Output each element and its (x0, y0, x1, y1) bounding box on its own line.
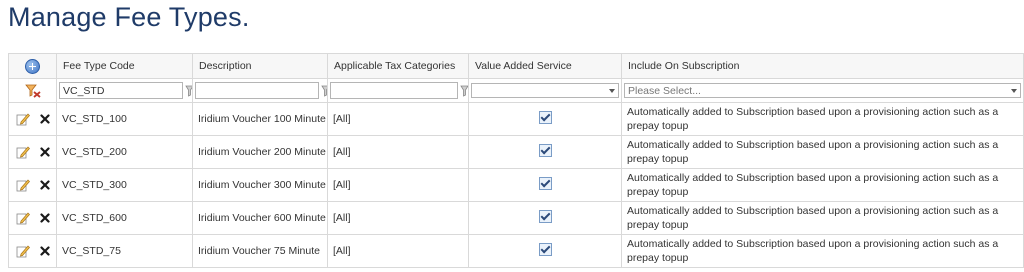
row-actions-cell (8, 102, 57, 136)
clear-filter-icon[interactable] (24, 84, 41, 98)
filter-select-value-added-service[interactable] (471, 83, 619, 98)
filter-icon[interactable] (460, 85, 468, 97)
cell-description: Iridium Voucher 100 Minute (192, 102, 328, 136)
filter-select-placeholder: Please Select... (628, 84, 701, 97)
header-add-cell (8, 53, 57, 79)
edit-pencil-icon[interactable] (16, 244, 30, 258)
cell-fee-type-code: VC_STD_75 (56, 234, 193, 268)
cell-fee-type-code: VC_STD_200 (56, 135, 193, 169)
delete-x-icon[interactable] (39, 147, 50, 157)
cell-tax-categories: [All] (327, 201, 469, 235)
checkbox-checked-icon[interactable] (538, 242, 552, 256)
row-actions-cell (8, 234, 57, 268)
cell-value-added-service (468, 201, 622, 235)
table-row: VC_STD_600 Iridium Voucher 600 Minute [A… (8, 201, 1024, 235)
column-header-description[interactable]: Description (192, 53, 328, 79)
filter-row: Please Select... (8, 78, 1024, 103)
delete-x-icon[interactable] (39, 114, 50, 124)
filter-cell-vas (468, 78, 622, 103)
cell-description: Iridium Voucher 300 Minute (192, 168, 328, 202)
table-row: VC_STD_75 Iridium Voucher 75 Minute [All… (8, 234, 1024, 268)
cell-value-added-service (468, 168, 622, 202)
chevron-down-icon (1011, 89, 1017, 93)
cell-include-on-subscription: Automatically added to Subscription base… (621, 201, 1024, 235)
filter-input-tax-categories[interactable] (330, 82, 458, 99)
filter-input-fee-type-code[interactable] (59, 82, 183, 99)
column-header-tax-categories[interactable]: Applicable Tax Categories (327, 53, 469, 79)
edit-pencil-icon[interactable] (16, 178, 30, 192)
column-header-include-on-subscription[interactable]: Include On Subscription (621, 53, 1024, 79)
delete-x-icon[interactable] (39, 246, 50, 256)
checkbox-checked-icon[interactable] (538, 176, 552, 190)
chevron-down-icon (609, 89, 615, 93)
add-circle-icon[interactable] (25, 58, 40, 74)
filter-icon[interactable] (185, 85, 192, 97)
cell-description: Iridium Voucher 200 Minute (192, 135, 328, 169)
edit-pencil-icon[interactable] (16, 145, 30, 159)
checkbox-checked-icon[interactable] (538, 143, 552, 157)
table-row: VC_STD_100 Iridium Voucher 100 Minute [A… (8, 102, 1024, 136)
cell-value-added-service (468, 234, 622, 268)
header-row: Fee Type Code Description Applicable Tax… (8, 53, 1024, 79)
delete-x-icon[interactable] (39, 213, 50, 223)
filter-cell-code (56, 78, 193, 103)
filter-cell-subscription: Please Select... (621, 78, 1024, 103)
filter-icon[interactable] (321, 85, 327, 97)
cell-include-on-subscription: Automatically added to Subscription base… (621, 102, 1024, 136)
cell-fee-type-code: VC_STD_600 (56, 201, 193, 235)
cell-tax-categories: [All] (327, 168, 469, 202)
cell-value-added-service (468, 102, 622, 136)
row-actions-cell (8, 201, 57, 235)
delete-x-icon[interactable] (39, 180, 50, 190)
row-actions-cell (8, 168, 57, 202)
cell-tax-categories: [All] (327, 234, 469, 268)
filter-cell-tax (327, 78, 469, 103)
column-header-fee-type-code[interactable]: Fee Type Code (56, 53, 193, 79)
cell-fee-type-code: VC_STD_100 (56, 102, 193, 136)
cell-include-on-subscription: Automatically added to Subscription base… (621, 135, 1024, 169)
cell-include-on-subscription: Automatically added to Subscription base… (621, 234, 1024, 268)
cell-include-on-subscription: Automatically added to Subscription base… (621, 168, 1024, 202)
checkbox-checked-icon[interactable] (538, 209, 552, 223)
filter-input-description[interactable] (195, 82, 319, 99)
clear-filter-cell (8, 78, 57, 103)
filter-cell-description (192, 78, 328, 103)
cell-description: Iridium Voucher 600 Minute (192, 201, 328, 235)
row-actions-cell (8, 135, 57, 169)
cell-description: Iridium Voucher 75 Minute (192, 234, 328, 268)
page-title: Manage Fee Types. (8, 2, 250, 32)
edit-pencil-icon[interactable] (16, 112, 30, 126)
cell-tax-categories: [All] (327, 135, 469, 169)
filter-select-include-on-subscription[interactable]: Please Select... (624, 83, 1021, 98)
checkbox-checked-icon[interactable] (538, 110, 552, 124)
cell-value-added-service (468, 135, 622, 169)
fee-types-grid: Fee Type Code Description Applicable Tax… (8, 53, 1024, 268)
cell-tax-categories: [All] (327, 102, 469, 136)
table-row: VC_STD_200 Iridium Voucher 200 Minute [A… (8, 135, 1024, 169)
edit-pencil-icon[interactable] (16, 211, 30, 225)
column-header-value-added-service[interactable]: Value Added Service (468, 53, 622, 79)
table-row: VC_STD_300 Iridium Voucher 300 Minute [A… (8, 168, 1024, 202)
cell-fee-type-code: VC_STD_300 (56, 168, 193, 202)
